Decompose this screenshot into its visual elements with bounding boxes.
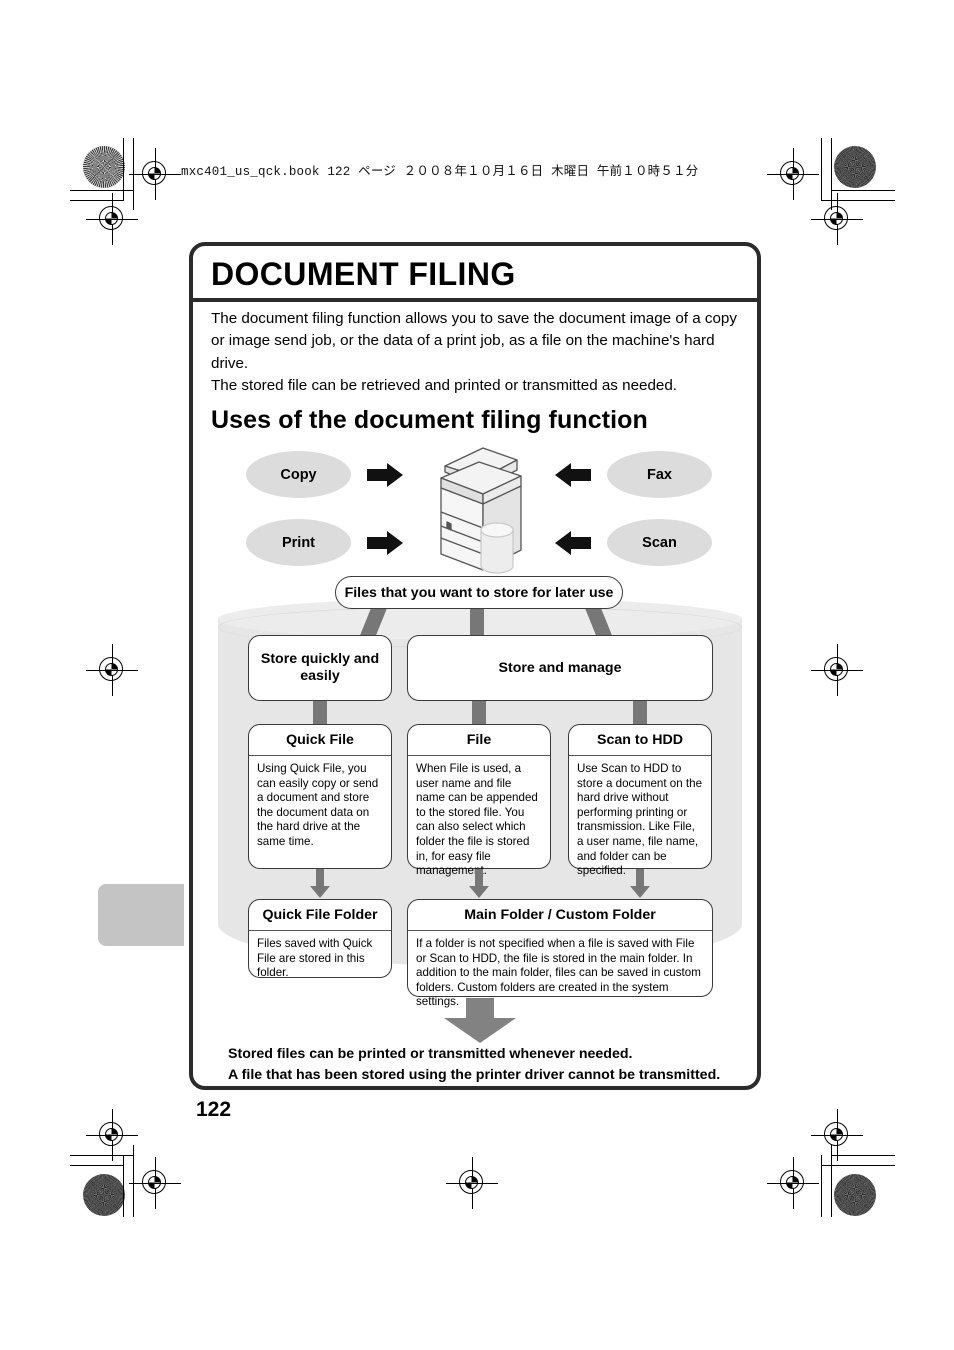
source-oval-copy: Copy xyxy=(246,451,351,498)
connector xyxy=(472,701,486,724)
flow-banner: Files that you want to store for later u… xyxy=(335,576,623,609)
source-label-scan: Scan xyxy=(642,534,677,551)
method-title: Quick File xyxy=(249,725,391,756)
method-title: Scan to HDD xyxy=(569,725,711,756)
connector xyxy=(313,701,327,724)
method-box-scan-to-hdd: Scan to HDD Use Scan to HDD to store a d… xyxy=(568,724,712,877)
crop-line xyxy=(821,1165,895,1166)
color-registration-disc-bottom-right xyxy=(834,1174,876,1216)
source-oval-fax: Fax xyxy=(607,451,712,498)
registration-mark-bottom-center xyxy=(446,1157,498,1209)
registration-mark-left-lower xyxy=(86,1109,138,1161)
intro-text: The document filing function allows you … xyxy=(211,308,745,398)
down-arrow-icon xyxy=(468,869,490,899)
folder-title: Quick File Folder xyxy=(249,900,391,931)
registration-mark-left-upper xyxy=(86,193,138,245)
registration-mark-left-middle xyxy=(86,644,138,696)
content-frame: DOCUMENT FILING The document filing func… xyxy=(189,242,761,1090)
multifunction-printer-icon xyxy=(425,438,535,578)
intro-paragraph-1: The document filing function allows you … xyxy=(211,310,737,372)
chapter-side-tab xyxy=(98,884,184,946)
registration-mark-top-right xyxy=(767,148,819,200)
result-down-arrow-icon xyxy=(442,998,518,1044)
crop-line xyxy=(821,200,895,201)
closing-line-1: Stored files can be printed or transmitt… xyxy=(228,1046,633,1062)
closing-note: Stored files can be printed or transmitt… xyxy=(228,1044,748,1085)
method-box-quick-file: Quick File Using Quick File, you can eas… xyxy=(248,724,392,869)
flow-branch-manage-label: Store and manage xyxy=(498,659,622,676)
crop-line xyxy=(831,1155,895,1156)
source-label-print: Print xyxy=(281,534,316,551)
method-title: File xyxy=(408,725,550,756)
document-filing-flowchart: Files that you want to store for later u… xyxy=(193,576,765,1008)
page-title: DOCUMENT FILING xyxy=(211,256,516,292)
flow-branch-quick: Store quickly and easily xyxy=(248,635,392,701)
connector xyxy=(359,609,387,637)
crop-line xyxy=(70,190,134,191)
source-label-copy: Copy xyxy=(280,466,317,483)
registration-mark-right-lower xyxy=(811,1109,863,1161)
down-arrow-icon xyxy=(309,869,331,899)
crop-line xyxy=(133,138,134,210)
crop-line xyxy=(821,138,822,200)
registration-mark-bottom-left xyxy=(129,1157,181,1209)
registration-mark-right-upper xyxy=(811,193,863,245)
down-arrow-icon xyxy=(629,869,651,899)
left-arrow-icon xyxy=(555,462,591,488)
page-number: 122 xyxy=(196,1098,232,1121)
source-oval-scan: Scan xyxy=(607,519,712,566)
registration-mark-right-middle xyxy=(811,644,863,696)
crop-line xyxy=(70,1165,124,1166)
color-registration-disc-top-right xyxy=(834,146,876,188)
color-registration-disc-bottom-left xyxy=(83,1174,125,1216)
crop-line xyxy=(70,200,124,201)
right-arrow-icon xyxy=(367,462,403,488)
color-registration-disc-top-left xyxy=(83,146,125,188)
method-body: When File is used, a user name and file … xyxy=(416,762,538,878)
method-body: Use Scan to HDD to store a document on t… xyxy=(577,762,703,878)
left-arrow-icon xyxy=(555,530,591,556)
method-box-file: File When File is used, a user name and … xyxy=(407,724,551,877)
right-arrow-icon xyxy=(367,530,403,556)
crop-line xyxy=(831,190,895,191)
registration-mark-bottom-right xyxy=(767,1157,819,1209)
connector xyxy=(470,609,484,637)
page-title-bar: DOCUMENT FILING xyxy=(193,246,757,302)
closing-line-2: A file that has been stored using the pr… xyxy=(228,1066,721,1083)
flow-banner-label: Files that you want to store for later u… xyxy=(344,584,614,601)
source-oval-print: Print xyxy=(246,519,351,566)
crop-line xyxy=(70,1155,134,1156)
connector xyxy=(633,701,647,724)
flow-branch-manage: Store and manage xyxy=(407,635,713,701)
folder-body: Files saved with Quick File are stored i… xyxy=(257,937,373,980)
print-header-line: mxc401_us_qck.book 122 ページ ２００８年１０月１６日 木… xyxy=(181,165,699,179)
intro-paragraph-2: The stored file can be retrieved and pri… xyxy=(211,377,678,395)
section-subtitle: Uses of the document filing function xyxy=(211,406,648,434)
method-body: Using Quick File, you can easily copy or… xyxy=(257,762,379,848)
folder-box-main-custom-folder: Main Folder / Custom Folder If a folder … xyxy=(407,899,713,1008)
flow-branch-quick-label: Store quickly and easily xyxy=(260,651,380,684)
registration-mark-top-left xyxy=(129,148,181,200)
folder-title: Main Folder / Custom Folder xyxy=(408,900,712,931)
folder-box-quick-file-folder: Quick File Folder Files saved with Quick… xyxy=(248,899,392,979)
connector xyxy=(585,609,613,637)
source-diagram: Copy Print Fax Scan xyxy=(193,446,765,576)
source-label-fax: Fax xyxy=(647,466,672,483)
